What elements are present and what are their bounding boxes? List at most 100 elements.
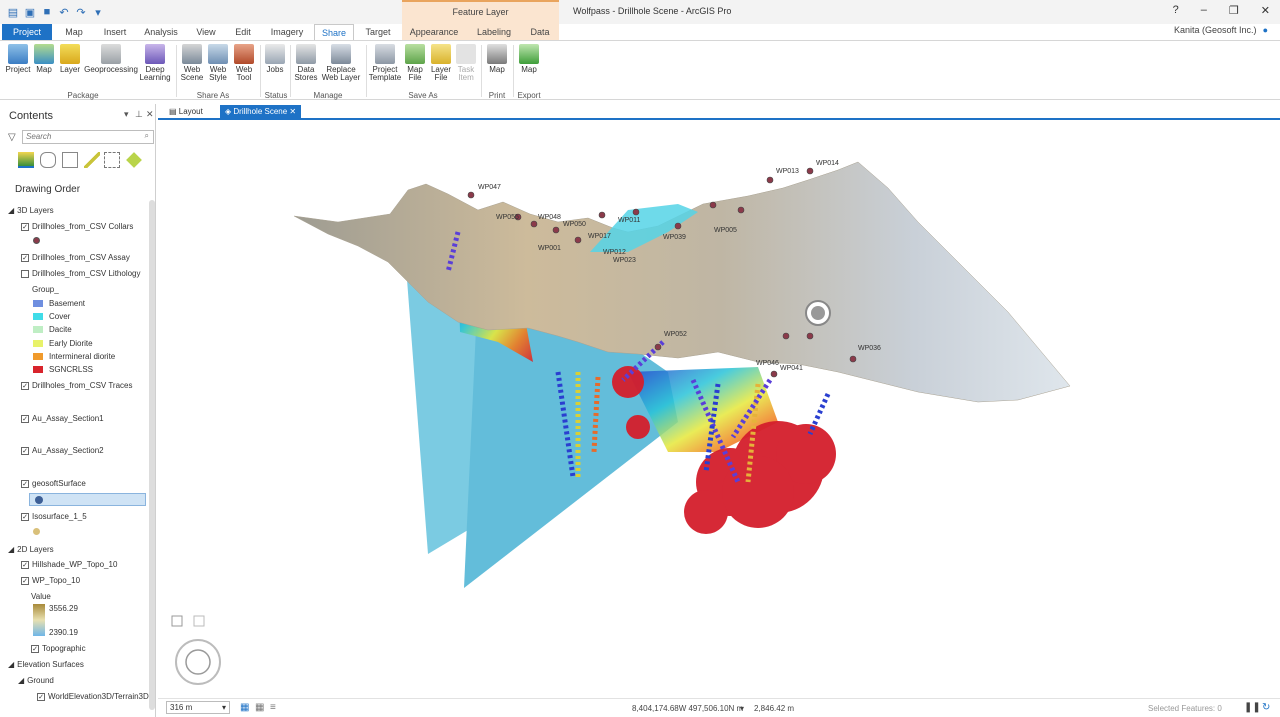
layer-checkbox[interactable] [21, 269, 29, 278]
notification-icon[interactable]: ● [1263, 25, 1268, 35]
tab-appearance[interactable]: Appearance [404, 24, 464, 40]
layer-checkbox[interactable]: ✓ [37, 692, 45, 701]
tab-imagery[interactable]: Imagery [266, 24, 308, 40]
compass-icon[interactable] [175, 639, 221, 685]
deep-learning-button[interactable]: Deep Learning [139, 44, 171, 82]
layer-checkbox[interactable]: ✓ [21, 479, 29, 488]
package-map-button[interactable]: Map [34, 44, 54, 74]
button-label: Map [521, 65, 537, 74]
web-style-button[interactable]: Web Style [206, 44, 230, 82]
tab-project[interactable]: Project [2, 24, 52, 40]
layer-hillshade[interactable]: ✓ Hillshade_WP_Topo_10 [21, 560, 117, 569]
filter-icon[interactable]: ▽ [8, 132, 16, 143]
search-input[interactable]: Search ⌕ [22, 130, 154, 144]
layer-checkbox[interactable]: ✓ [21, 576, 29, 585]
tab-labeling[interactable]: Labeling [472, 24, 516, 40]
layer-checkbox[interactable]: ✓ [21, 381, 29, 390]
tab-analysis[interactable]: Analysis [141, 24, 181, 40]
task-item-button[interactable]: Task Item [455, 44, 477, 82]
tab-target[interactable]: Target [360, 24, 396, 40]
contents-title: Contents [9, 110, 54, 122]
list-by-labeling-icon[interactable] [126, 152, 142, 168]
layer-lithology[interactable]: Drillholes_from_CSV Lithology [21, 269, 141, 278]
tab-map[interactable]: Map [59, 24, 89, 40]
map-file-button[interactable]: Map File [404, 44, 426, 82]
grid-mode-icon[interactable]: ▦ [255, 702, 264, 713]
undo-icon[interactable]: ↶ [57, 5, 71, 19]
tab-edit[interactable]: Edit [230, 24, 256, 40]
open-icon[interactable]: ▣ [23, 5, 37, 19]
layer-collars[interactable]: ✓ Drillholes_from_CSV Collars [21, 222, 133, 231]
list-by-drawing-order-icon[interactable] [18, 152, 34, 168]
list-by-selection-icon[interactable] [62, 152, 78, 168]
tab-drillhole-scene[interactable]: ◈ Drillhole Scene ✕ [220, 105, 302, 119]
layer-checkbox[interactable]: ✓ [21, 414, 29, 423]
web-tool-button[interactable]: Web Tool [232, 44, 256, 82]
tab-layout[interactable]: ▤ Layout [164, 105, 208, 119]
data-stores-button[interactable]: Data Stores [294, 44, 318, 82]
layer-au-assay-section1[interactable]: ✓ Au_Assay_Section1 [21, 414, 104, 423]
layer-checkbox[interactable]: ✓ [21, 253, 29, 262]
group-elevation-surfaces[interactable]: ◢ Elevation Surfaces [8, 660, 84, 669]
jobs-button[interactable]: Jobs [264, 44, 286, 74]
full-extent-icon[interactable] [193, 615, 205, 627]
tab-share[interactable]: Share [314, 24, 354, 41]
refresh-icon[interactable]: ↻ [1262, 702, 1270, 713]
tab-data[interactable]: Data [524, 24, 556, 40]
list-by-snapping-icon[interactable] [104, 152, 120, 168]
scene-view-mode-icon[interactable]: ▦ [240, 702, 249, 713]
close-icon[interactable]: ✕ [1261, 4, 1270, 17]
new-project-icon[interactable]: ▤ [6, 5, 20, 19]
pause-icon[interactable]: ❚❚ [1244, 702, 1261, 713]
layer-traces[interactable]: ✓ Drillholes_from_CSV Traces [21, 381, 132, 390]
replace-web-layer-icon [331, 44, 351, 64]
layer-checkbox[interactable]: ✓ [21, 446, 29, 455]
scene-view[interactable]: WP047 WP055 WP048 WP050 WP001 WP017 WP01… [158, 122, 1272, 697]
package-project-button[interactable]: Project [6, 44, 30, 74]
layer-checkbox[interactable]: ✓ [21, 560, 29, 569]
layer-checkbox[interactable]: ✓ [31, 644, 39, 653]
layer-world-elevation[interactable]: ✓ WorldElevation3D/Terrain3D [37, 692, 149, 701]
navigator-control[interactable] [171, 615, 221, 685]
layer-file-button[interactable]: Layer File [429, 44, 453, 82]
layer-checkbox[interactable]: ✓ [21, 512, 29, 521]
layer-assay[interactable]: ✓ Drillholes_from_CSV Assay [21, 253, 130, 262]
export-map-button[interactable]: Map [517, 44, 541, 74]
tab-insert[interactable]: Insert [98, 24, 132, 40]
selected-symbol-row[interactable] [29, 493, 146, 506]
user-account[interactable]: Kanita (Geosoft Inc.) ● [1174, 25, 1268, 35]
layer-isosurface[interactable]: ✓ Isosurface_1_5 [21, 512, 87, 521]
chevron-down-icon[interactable]: ▾ [740, 704, 744, 713]
minimize-icon[interactable]: – [1201, 4, 1207, 17]
restore-icon[interactable]: ❐ [1229, 4, 1239, 17]
group-ground[interactable]: ◢ Ground [18, 676, 54, 685]
list-by-source-icon[interactable] [40, 152, 56, 168]
collapse-nav-icon[interactable] [171, 615, 183, 627]
layer-wp-topo[interactable]: ✓ WP_Topo_10 [21, 576, 80, 585]
close-tab-icon[interactable]: ✕ [287, 107, 296, 116]
web-scene-button[interactable]: Web Scene [180, 44, 204, 82]
replace-web-layer-button[interactable]: Replace Web Layer [320, 44, 362, 82]
auto-hide-icon[interactable]: ⊥ [135, 109, 143, 120]
help-icon[interactable]: ? [1173, 4, 1179, 17]
layer-au-assay-section2[interactable]: ✓ Au_Assay_Section2 [21, 446, 104, 455]
save-icon[interactable]: ■ [40, 5, 54, 19]
package-layer-button[interactable]: Layer [59, 44, 81, 74]
group-2d-layers[interactable]: ◢ 2D Layers [8, 545, 54, 554]
project-template-button[interactable]: Project Template [368, 44, 402, 82]
customize-icon[interactable]: ▾ [91, 5, 105, 19]
list-mode-icon[interactable]: ≡ [270, 702, 276, 713]
redo-icon[interactable]: ↷ [74, 5, 88, 19]
print-map-button[interactable]: Map [485, 44, 509, 74]
contents-scrollbar[interactable] [149, 200, 155, 710]
tab-view[interactable]: View [192, 24, 220, 40]
layer-geosoft-surface[interactable]: ✓ geosoftSurface [21, 479, 86, 488]
scale-dropdown[interactable]: 316 m ▾ [166, 701, 230, 714]
geoprocessing-button[interactable]: Geoprocessing [84, 44, 138, 74]
close-pane-icon[interactable]: ✕ [146, 109, 154, 120]
pin-icon[interactable]: ▾ [124, 109, 129, 120]
layer-topographic[interactable]: ✓ Topographic [31, 644, 86, 653]
group-3d-layers[interactable]: ◢ 3D Layers [8, 206, 54, 215]
layer-checkbox[interactable]: ✓ [21, 222, 29, 231]
list-by-editing-icon[interactable] [84, 152, 100, 168]
